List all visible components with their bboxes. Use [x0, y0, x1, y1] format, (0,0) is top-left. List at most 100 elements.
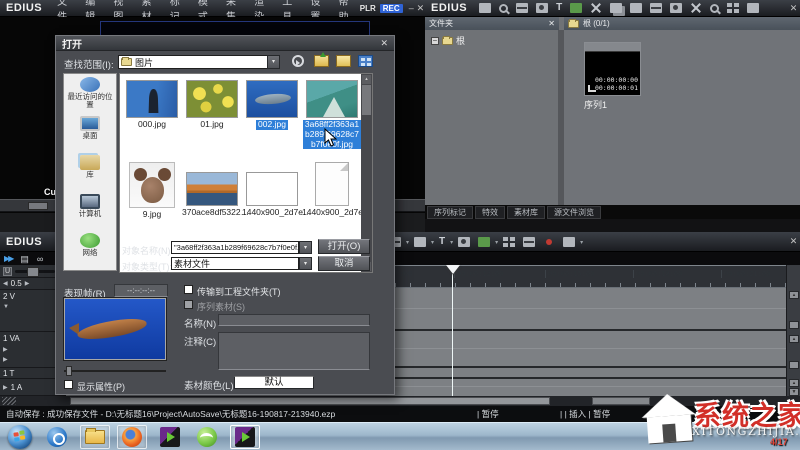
caret-icon[interactable]: ▾ — [406, 239, 409, 246]
tree-root-item[interactable]: – 根 — [425, 30, 558, 51]
tab-asset-library[interactable]: 素材库 — [507, 206, 545, 219]
close-button[interactable]: ✕ — [416, 3, 425, 14]
folder-panel-close-icon[interactable]: ✕ — [548, 19, 555, 28]
tab-effects[interactable]: 特效 — [475, 206, 505, 219]
look-in-dropdown-icon[interactable]: ▾ — [267, 55, 280, 69]
copy-icon[interactable] — [610, 3, 622, 13]
file-item[interactable]: 370ace8df5322… — [182, 172, 242, 218]
layers-icon[interactable]: ▤ — [20, 254, 29, 264]
sequence-thumbnail[interactable]: 00:00:00:00 00:00:00:01 — [584, 42, 641, 96]
comment-input[interactable] — [218, 332, 370, 370]
bin-close-button[interactable]: ✕ — [787, 3, 800, 14]
taskbar-browser[interactable] — [192, 425, 222, 449]
file-item-selected[interactable]: 002.jpg — [242, 80, 302, 130]
file-thumbnail[interactable] — [246, 80, 298, 118]
capture-icon[interactable] — [570, 3, 582, 13]
file-thumbnail[interactable] — [186, 80, 238, 118]
playhead-handle[interactable] — [446, 265, 460, 274]
track-a-expander-icon[interactable]: ▶ — [3, 384, 8, 391]
track-height-slider[interactable] — [15, 270, 55, 273]
track-scroll-up-icon[interactable]: ▴ — [789, 379, 799, 387]
taskbar-firefox[interactable] — [117, 425, 147, 449]
file-icon-thumbnail[interactable] — [315, 162, 349, 206]
open-clip-icon[interactable] — [516, 3, 528, 13]
import-icon[interactable] — [536, 3, 548, 13]
name-input[interactable] — [218, 314, 370, 326]
track-scroll-up-icon[interactable]: ▴ — [789, 291, 799, 299]
file-thumbnail[interactable] — [129, 162, 175, 208]
open-button[interactable]: 打开(O) — [318, 239, 370, 254]
scroll-up-icon[interactable]: ▴ — [362, 75, 371, 84]
util-button[interactable]: U — [3, 267, 12, 276]
show-properties-checkbox[interactable] — [64, 380, 73, 389]
look-in-combobox[interactable]: 图片 — [118, 55, 268, 69]
delete-icon[interactable] — [690, 3, 702, 13]
file-item[interactable]: 1440x900_2d7e… — [242, 172, 302, 218]
timeline-close-button[interactable]: ✕ — [787, 236, 800, 247]
file-thumbnail[interactable] — [126, 80, 178, 118]
new-folder-icon[interactable] — [336, 55, 351, 67]
link-icon[interactable] — [710, 4, 719, 13]
start-button[interactable] — [8, 425, 32, 449]
tree-collapse-icon[interactable]: – — [431, 37, 439, 45]
filetype-dropdown-icon[interactable]: ▾ — [299, 257, 312, 270]
filetype-select[interactable]: 素材文件 — [171, 257, 299, 270]
filename-dropdown-icon[interactable]: ▾ — [299, 241, 312, 254]
track-v-expander-icon[interactable]: ▼ — [3, 304, 9, 310]
record-icon[interactable] — [543, 237, 555, 247]
taskbar-explorer[interactable] — [80, 425, 110, 449]
sync-mode-icon[interactable]: ▶▶ — [4, 254, 12, 263]
file-thumbnail[interactable] — [246, 172, 298, 206]
file-item[interactable]: 000.jpg — [122, 80, 182, 130]
place-libraries[interactable]: 库 — [64, 152, 116, 191]
place-computer[interactable]: 计算机 — [64, 191, 116, 230]
back-icon[interactable] — [292, 55, 304, 67]
scroll-thumb[interactable] — [362, 85, 371, 115]
file-item[interactable]: 9.jpg — [122, 162, 182, 220]
track-va-expander-icon[interactable]: ▶ — [3, 346, 8, 353]
caret-icon[interactable]: ▾ — [580, 239, 583, 246]
resize-grip[interactable] — [2, 397, 16, 405]
view-menu-icon[interactable] — [358, 55, 373, 67]
slider-handle[interactable] — [66, 366, 72, 376]
camera-icon[interactable] — [747, 3, 759, 13]
dialog-titlebar[interactable]: 打开 ✕ — [56, 36, 394, 51]
track-va-expander2-icon[interactable]: ▶ — [3, 356, 8, 363]
multicam-icon[interactable] — [503, 237, 515, 247]
track-scroll-up-icon[interactable]: ▴ — [789, 335, 799, 343]
search-icon[interactable] — [499, 4, 508, 13]
minimize-button[interactable]: – — [407, 3, 416, 13]
tab-source-browser[interactable]: 源文件浏览 — [547, 206, 601, 219]
taskbar-edius[interactable] — [155, 425, 185, 449]
paste-icon[interactable] — [630, 3, 642, 13]
new-folder-icon[interactable] — [479, 3, 491, 13]
file-thumbnail[interactable] — [186, 172, 238, 206]
up-one-level-icon[interactable] — [314, 55, 329, 67]
mixer-icon[interactable] — [523, 237, 535, 247]
taskbar-media-player[interactable] — [42, 425, 72, 449]
place-desktop[interactable]: 桌面 — [64, 113, 116, 152]
view-grid-icon[interactable] — [727, 3, 739, 13]
monitor-icon[interactable] — [650, 3, 662, 13]
track-scroll-icon[interactable] — [789, 321, 799, 329]
transfer-checkbox[interactable] — [184, 285, 193, 294]
dialog-close-icon[interactable]: ✕ — [380, 38, 394, 49]
place-recent[interactable]: 最近访问的位置 — [64, 74, 116, 113]
caret-icon[interactable]: ▾ — [431, 239, 434, 246]
voiceover-icon[interactable] — [458, 237, 470, 247]
panel-menu-icon[interactable] — [563, 237, 575, 247]
taskbar-edius-active[interactable] — [230, 425, 260, 449]
zoom-in-icon[interactable]: ▶ — [25, 280, 30, 287]
tab-sequence-marks[interactable]: 序列标记 — [427, 206, 473, 219]
transition-icon[interactable] — [414, 237, 426, 247]
file-item[interactable]: 01.jpg — [182, 80, 242, 130]
file-item[interactable]: 1440x900_2d7e… — [302, 162, 362, 218]
file-thumbnail[interactable] — [306, 80, 358, 118]
track-scroll-icon[interactable] — [789, 361, 799, 369]
title-tool-icon[interactable]: T — [556, 3, 562, 13]
shuttle-handle[interactable] — [28, 202, 48, 210]
cancel-button[interactable]: 取消 — [318, 256, 370, 271]
eject-icon[interactable] — [670, 3, 682, 13]
title-icon[interactable]: T — [439, 237, 445, 247]
zoom-out-icon[interactable]: ◀ — [3, 280, 8, 287]
